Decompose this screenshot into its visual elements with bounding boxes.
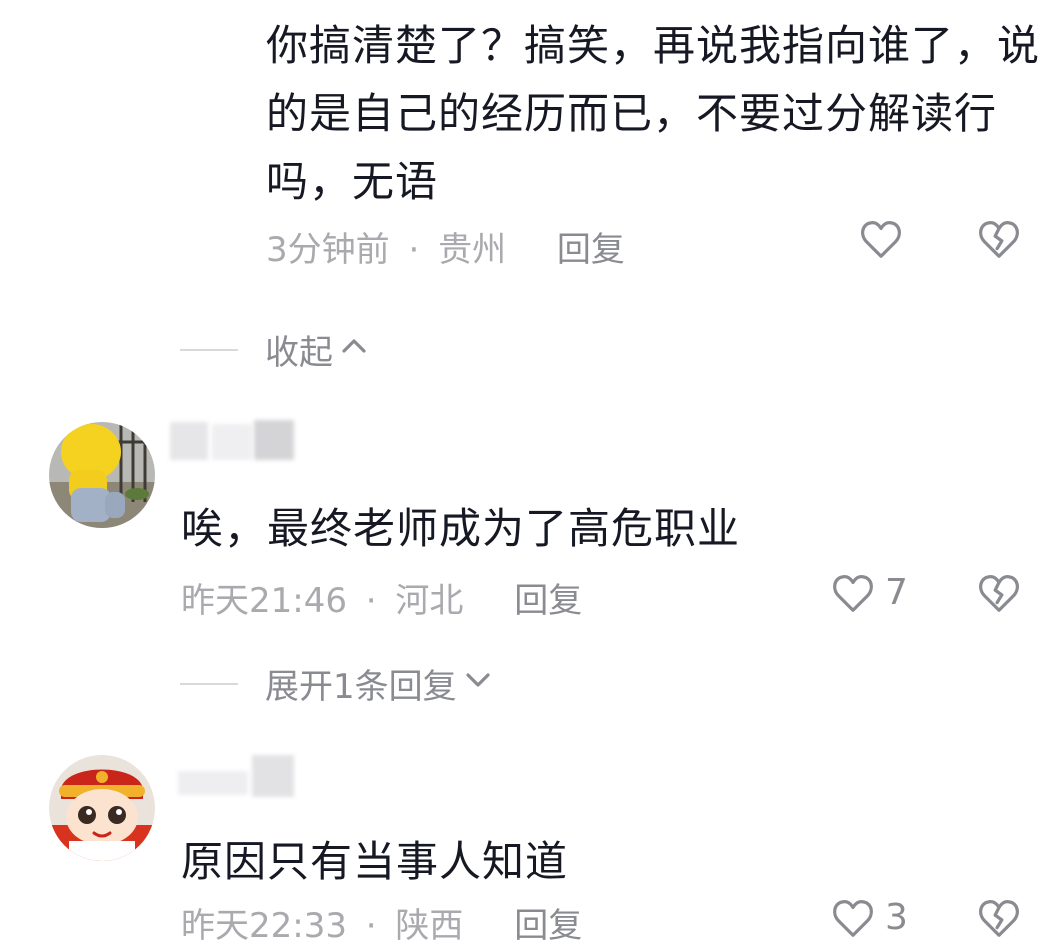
heart-outline-icon[interactable] [858,216,904,262]
comment-meta: 昨天21:46 · 河北 回复 [181,573,582,622]
avatar[interactable] [49,422,155,528]
username[interactable] [168,755,298,803]
meta-separator: · [365,906,377,946]
like-count: 7 [885,572,908,613]
comment-text: 原因只有当事人知道 [181,837,569,886]
comment-time: 昨天22:33 [181,906,347,946]
reply-time: 3分钟前 [266,230,390,270]
reply-button[interactable]: 回复 [557,230,625,270]
reply-button[interactable]: 回复 [514,581,582,621]
username[interactable] [168,420,298,468]
reply-text: 你搞清楚了？搞笑，再说我指向谁了，说的是自己的经历而已，不要过分解读行吗，无语 [266,21,1041,206]
divider-line [180,682,238,685]
comment-location: 陕西 [395,906,464,946]
like-count: 3 [885,897,908,938]
comment-time: 昨天21:46 [181,581,347,621]
comment-text: 唉，最终老师成为了高危职业 [181,504,741,553]
chevron-up-icon [339,330,369,370]
broken-heart-icon[interactable] [976,895,1022,941]
meta-separator: · [365,581,377,621]
divider-line [180,348,238,351]
broken-heart-icon[interactable] [976,216,1022,262]
collapse-label: 收起 [265,333,333,373]
meta-separator: · [408,230,420,270]
avatar[interactable] [49,755,155,861]
expand-label: 展开1条回复 [265,667,457,707]
comment-meta: 昨天22:33 · 陕西 回复 [181,898,582,947]
reply-meta: 3分钟前 · 贵州 回复 [266,222,625,271]
heart-outline-icon[interactable] [830,570,876,616]
expand-replies-button[interactable]: 展开1条回复 [180,659,493,708]
collapse-replies-button[interactable]: 收起 [180,325,369,374]
reply-location: 贵州 [438,230,507,270]
reply-button[interactable]: 回复 [514,906,582,946]
heart-outline-icon[interactable] [830,895,876,941]
broken-heart-icon[interactable] [976,570,1022,616]
chevron-down-icon [463,664,493,704]
comment-location: 河北 [395,581,464,621]
